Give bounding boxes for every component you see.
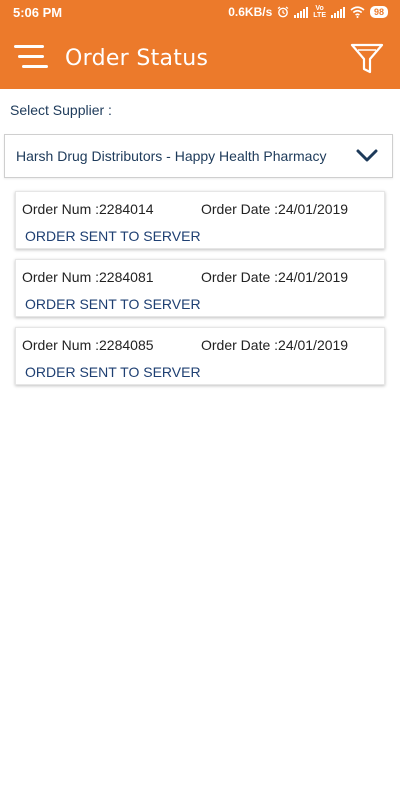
order-status: ORDER SENT TO SERVER (25, 296, 201, 312)
order-card[interactable]: Order Num :2284085 Order Date :24/01/201… (15, 327, 385, 385)
network-speed: 0.6KB/s (228, 5, 273, 19)
order-date: Order Date :24/01/2019 (201, 337, 349, 353)
order-card[interactable]: Order Num :2284081 Order Date :24/01/201… (15, 259, 385, 317)
status-bar: 5:06 PM 0.6KB/s Vo LTE 98 (0, 0, 400, 26)
alarm-icon (277, 6, 289, 18)
app-bar: 5:06 PM 0.6KB/s Vo LTE 98 Order Status (0, 0, 400, 89)
wifi-icon (350, 6, 365, 18)
order-number: Order Num :2284081 (22, 269, 154, 285)
signal-icon (294, 6, 309, 18)
signal-icon-2 (330, 6, 345, 18)
battery-indicator: 98 (369, 6, 388, 18)
supplier-selected-value: Harsh Drug Distributors - Happy Health P… (16, 148, 327, 164)
order-number: Order Num :2284014 (22, 201, 154, 217)
menu-icon[interactable] (14, 43, 50, 73)
order-status: ORDER SENT TO SERVER (25, 364, 201, 380)
supplier-dropdown[interactable]: Harsh Drug Distributors - Happy Health P… (4, 134, 393, 178)
status-icons: 0.6KB/s Vo LTE 98 (228, 5, 388, 19)
order-date: Order Date :24/01/2019 (201, 269, 349, 285)
order-number: Order Num :2284085 (22, 337, 154, 353)
chevron-down-icon (356, 149, 378, 162)
status-time: 5:06 PM (13, 5, 63, 20)
page-title: Order Status (65, 46, 209, 71)
order-card[interactable]: Order Num :2284014 Order Date :24/01/201… (15, 191, 385, 249)
filter-icon[interactable] (349, 42, 385, 76)
volte-indicator: Vo LTE (313, 5, 326, 19)
order-status: ORDER SENT TO SERVER (25, 228, 201, 244)
select-supplier-label: Select Supplier : (10, 102, 112, 118)
order-date: Order Date :24/01/2019 (201, 201, 349, 217)
